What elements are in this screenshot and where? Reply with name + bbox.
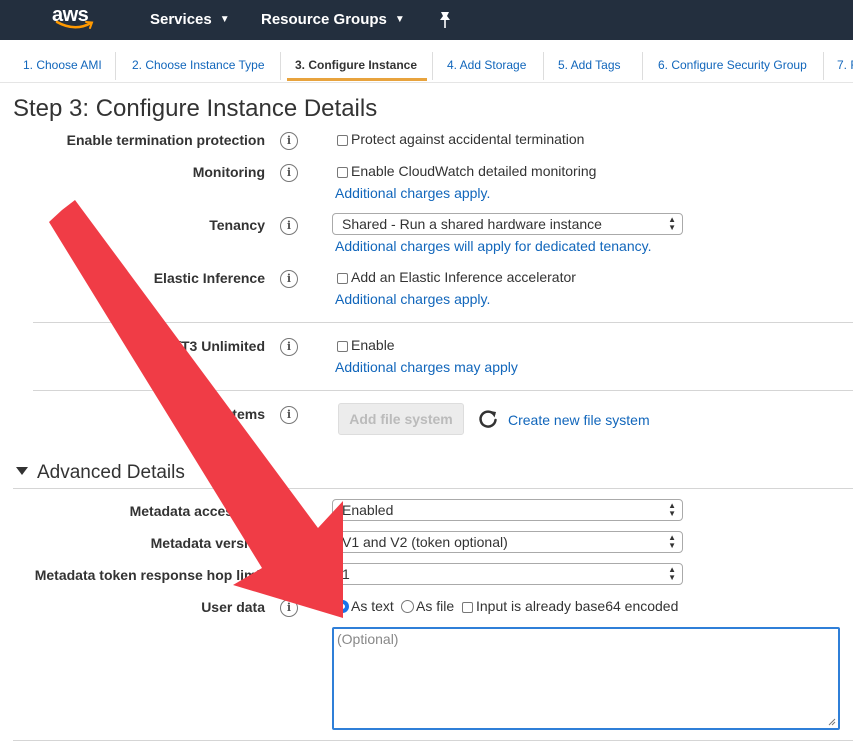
elastic-inference-label: Elastic Inference xyxy=(153,270,265,286)
metadata-accessible-value: Enabled xyxy=(342,502,394,518)
as-file-radio[interactable] xyxy=(401,600,414,613)
select-arrows-icon: ▲ ▼ xyxy=(668,501,676,518)
advanced-details-heading[interactable]: Advanced Details xyxy=(37,462,185,484)
resize-handle-icon[interactable] xyxy=(828,718,836,726)
info-icon[interactable]: i xyxy=(280,270,298,288)
refresh-icon[interactable] xyxy=(477,408,499,430)
tab-divider xyxy=(543,52,544,80)
wizard-tabs: 1. Choose AMI 2. Choose Instance Type 3.… xyxy=(0,40,853,83)
metadata-version-select[interactable]: V1 and V2 (token optional) ▲ ▼ xyxy=(332,531,683,553)
tab-add-tags[interactable]: 5. Add Tags xyxy=(558,50,621,81)
select-arrows-icon: ▲ ▼ xyxy=(668,215,676,232)
chevron-down-icon: ▼ xyxy=(219,13,230,25)
termination-protection-checkbox[interactable] xyxy=(337,135,348,146)
tab-configure-instance[interactable]: 3. Configure Instance xyxy=(287,50,428,81)
services-label: Services xyxy=(150,11,212,28)
section-divider xyxy=(33,390,853,391)
section-divider xyxy=(33,322,853,323)
info-icon[interactable]: i xyxy=(280,599,298,617)
resource-groups-menu[interactable]: Resource Groups ▼ xyxy=(261,11,405,28)
hop-limit-select[interactable]: 1 ▲ ▼ xyxy=(332,563,683,585)
tab-divider xyxy=(432,52,433,80)
tab-configure-security-group[interactable]: 6. Configure Security Group xyxy=(658,50,807,81)
section-divider xyxy=(13,740,853,741)
select-arrows-icon: ▲ ▼ xyxy=(668,533,676,550)
tab-divider xyxy=(115,52,116,80)
base64-checkbox-label: Input is already base64 encoded xyxy=(476,598,679,614)
page-title: Step 3: Configure Instance Details xyxy=(13,95,378,122)
user-data-textarea[interactable]: (Optional) xyxy=(332,627,840,730)
chevron-down-icon: ▼ xyxy=(394,13,405,25)
termination-protection-label: Enable termination protection xyxy=(66,132,265,148)
t2t3-unlimited-checkbox[interactable] xyxy=(337,341,348,352)
tenancy-value: Shared - Run a shared hardware instance xyxy=(342,216,602,232)
top-navigation-bar: aws Services ▼ Resource Groups ▼ xyxy=(0,0,853,40)
create-file-system-link[interactable]: Create new file system xyxy=(508,412,650,428)
tenancy-select[interactable]: Shared - Run a shared hardware instance … xyxy=(332,213,683,235)
t2t3-unlimited-label: T2/T3 Unlimited xyxy=(160,338,265,354)
select-arrows-icon: ▲ ▼ xyxy=(668,565,676,582)
monitoring-label: Monitoring xyxy=(192,164,265,180)
tenancy-charges-link[interactable]: Additional charges will apply for dedica… xyxy=(335,238,651,254)
elastic-inference-charges-link[interactable]: Additional charges apply. xyxy=(335,291,490,307)
info-icon[interactable]: i xyxy=(280,338,298,356)
monitoring-checkbox-label: Enable CloudWatch detailed monitoring xyxy=(351,163,597,179)
elastic-inference-checkbox-label: Add an Elastic Inference accelerator xyxy=(351,269,576,285)
hop-limit-label: Metadata token response hop limit xyxy=(34,567,265,583)
user-data-placeholder: (Optional) xyxy=(337,631,399,647)
aws-logo[interactable]: aws xyxy=(52,4,100,34)
info-icon[interactable]: i xyxy=(280,567,298,585)
info-icon[interactable]: i xyxy=(280,164,298,182)
tab-add-storage[interactable]: 4. Add Storage xyxy=(447,50,526,81)
tab-divider xyxy=(642,52,643,80)
caret-down-icon[interactable] xyxy=(16,467,28,475)
t2t3-charges-link[interactable]: Additional charges may apply xyxy=(335,359,518,375)
as-text-radio[interactable] xyxy=(336,600,349,613)
info-icon[interactable]: i xyxy=(280,132,298,150)
user-data-label: User data xyxy=(201,599,265,615)
metadata-accessible-label: Metadata accessible xyxy=(129,503,265,519)
info-icon[interactable]: i xyxy=(280,217,298,235)
tab-choose-ami[interactable]: 1. Choose AMI xyxy=(23,50,102,81)
section-divider xyxy=(13,488,853,489)
hop-limit-value: 1 xyxy=(342,566,350,582)
metadata-accessible-select[interactable]: Enabled ▲ ▼ xyxy=(332,499,683,521)
monitoring-checkbox[interactable] xyxy=(337,167,348,178)
info-icon[interactable]: i xyxy=(280,406,298,424)
elastic-inference-checkbox[interactable] xyxy=(337,273,348,284)
tab-divider xyxy=(280,52,281,80)
monitoring-charges-link[interactable]: Additional charges apply. xyxy=(335,185,490,201)
add-file-system-button[interactable]: Add file system xyxy=(338,403,464,435)
pin-icon[interactable] xyxy=(437,11,453,29)
as-text-label: As text xyxy=(351,598,394,614)
as-file-label: As file xyxy=(416,598,455,614)
tenancy-label: Tenancy xyxy=(209,217,265,233)
resource-groups-label: Resource Groups xyxy=(261,11,387,28)
termination-protection-checkbox-label: Protect against accidental termination xyxy=(351,131,585,147)
metadata-version-value: V1 and V2 (token optional) xyxy=(342,534,508,550)
base64-checkbox[interactable] xyxy=(462,602,473,613)
metadata-version-label: Metadata version xyxy=(150,535,265,551)
logo-smile-icon xyxy=(55,20,94,29)
services-menu[interactable]: Services ▼ xyxy=(150,11,230,28)
info-icon[interactable]: i xyxy=(280,503,298,521)
t2t3-unlimited-checkbox-label: Enable xyxy=(351,337,395,353)
tab-choose-instance-type[interactable]: 2. Choose Instance Type xyxy=(132,50,265,81)
file-systems-label: File systems xyxy=(180,406,265,422)
tab-divider xyxy=(823,52,824,80)
tab-review[interactable]: 7. R xyxy=(837,50,853,81)
info-icon[interactable]: i xyxy=(280,535,298,553)
